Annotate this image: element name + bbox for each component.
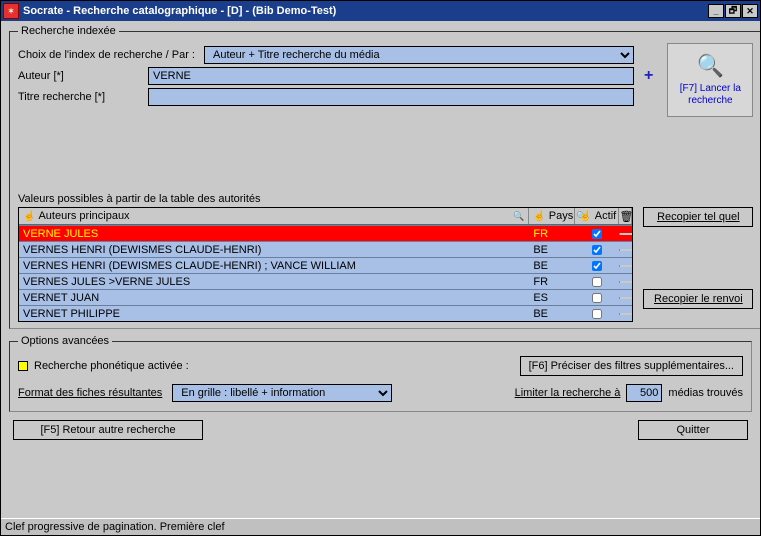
table-row[interactable]: VERNES HENRI (DEWISMES CLAUDE-HENRI) ; V… (19, 257, 632, 273)
actif-checkbox[interactable] (592, 245, 602, 255)
cell-pays: ES (529, 291, 575, 305)
cell-author: VERNE JULES (19, 227, 529, 241)
cell-author: VERNET JUAN (19, 291, 529, 305)
cell-extra (619, 249, 632, 251)
actif-checkbox[interactable] (592, 293, 602, 303)
cell-actif (575, 305, 619, 323)
close-button[interactable]: ✕ (742, 4, 758, 18)
cell-author: VERNES HENRI (DEWISMES CLAUDE-HENRI) ; V… (19, 259, 529, 273)
format-combo[interactable]: En grille : libellé + information (172, 384, 392, 402)
cell-extra (619, 313, 632, 315)
col-pays[interactable]: ☝Pays🔍 (529, 208, 575, 224)
phonetic-checkbox[interactable] (18, 361, 28, 371)
title-label: Titre recherche [*] (18, 91, 142, 103)
indexed-legend: Recherche indexée (18, 25, 119, 37)
actif-checkbox[interactable] (592, 277, 602, 287)
index-label: Choix de l'index de recherche / Par : (18, 49, 198, 61)
limit-input[interactable] (626, 384, 662, 402)
cell-author: VERNES JULES >VERNE JULES (19, 275, 529, 289)
col-extra[interactable]: 🗑 (619, 208, 632, 224)
quit-button[interactable]: Quitter (638, 420, 748, 440)
phonetic-label: Recherche phonétique activée : (34, 360, 189, 372)
app-window: ✶ Socrate - Recherche catalographique - … (0, 0, 761, 536)
title-bar: ✶ Socrate - Recherche catalographique - … (1, 1, 760, 21)
table-row[interactable]: VERNES JULES >VERNE JULESFR (19, 273, 632, 289)
table-header: ☝Auteurs principaux🔍 ☝Pays🔍 ☝Actif 🗑 (19, 208, 632, 225)
table-row[interactable]: VERNET PHILIPPEBE (19, 305, 632, 321)
author-input[interactable] (148, 67, 634, 85)
title-input[interactable] (148, 88, 634, 106)
filters-button[interactable]: [F6] Préciser des filtres supplémentaire… (520, 356, 743, 376)
cell-pays: BE (529, 259, 575, 273)
launch-search-label: [F7] Lancer la recherche (668, 83, 752, 107)
advanced-options-frame: Options avancées Recherche phonétique ac… (9, 335, 752, 412)
copy-renvoi-button[interactable]: Recopier le renvoi (643, 289, 753, 309)
restore-button[interactable]: 🗗 (725, 4, 741, 18)
cell-author: VERNES HENRI (DEWISMES CLAUDE-HENRI) (19, 243, 529, 257)
minimize-button[interactable]: _ (708, 4, 724, 18)
launch-search-button[interactable]: 🔍 [F7] Lancer la recherche (667, 43, 753, 117)
table-row[interactable]: VERNES HENRI (DEWISMES CLAUDE-HENRI)BE (19, 241, 632, 257)
copy-asis-button[interactable]: Recopier tel quel (643, 207, 753, 227)
indexed-search-frame: Recherche indexée Choix de l'index de re… (9, 25, 760, 329)
cell-pays: BE (529, 307, 575, 321)
limit-label: Limiter la recherche à (515, 387, 621, 399)
pointer-icon: ☝ (579, 211, 591, 222)
cell-extra (619, 265, 632, 267)
limit-suffix: médias trouvés (668, 387, 743, 399)
cell-pays: FR (529, 275, 575, 289)
add-author-icon[interactable]: + (640, 67, 657, 85)
cell-pays: BE (529, 243, 575, 257)
back-button[interactable]: [F5] Retour autre recherche (13, 420, 203, 440)
window-title: Socrate - Recherche catalographique - [D… (23, 5, 708, 17)
author-label: Auteur [*] (18, 70, 142, 82)
index-combo[interactable]: Auteur + Titre recherche du média (204, 46, 634, 64)
cell-author: VERNET PHILIPPE (19, 307, 529, 321)
cell-pays: FR (529, 227, 575, 241)
format-label: Format des fiches résultantes (18, 387, 162, 399)
pointer-icon: ☝ (23, 211, 35, 222)
cell-extra (619, 233, 632, 235)
cell-extra (619, 297, 632, 299)
col-author[interactable]: ☝Auteurs principaux🔍 (19, 208, 529, 224)
actif-checkbox[interactable] (592, 261, 602, 271)
table-body: VERNE JULESFRVERNES HENRI (DEWISMES CLAU… (19, 225, 632, 321)
status-bar: Clef progressive de pagination. Première… (1, 518, 760, 535)
actif-checkbox[interactable] (592, 309, 602, 319)
col-actif[interactable]: ☝Actif (575, 208, 619, 224)
magnifier-icon: 🔍 (697, 53, 724, 79)
cell-extra (619, 281, 632, 283)
table-row[interactable]: VERNET JUANES (19, 289, 632, 305)
sort-icon: 🔍 (513, 211, 524, 222)
actif-checkbox[interactable] (592, 229, 602, 239)
app-icon: ✶ (3, 3, 19, 19)
pointer-icon: ☝ (533, 211, 545, 222)
authorities-table: ☝Auteurs principaux🔍 ☝Pays🔍 ☝Actif 🗑 VER… (18, 207, 633, 322)
table-row[interactable]: VERNE JULESFR (19, 225, 632, 241)
authorities-caption: Valeurs possibles à partir de la table d… (18, 193, 753, 205)
advanced-legend: Options avancées (18, 335, 112, 347)
